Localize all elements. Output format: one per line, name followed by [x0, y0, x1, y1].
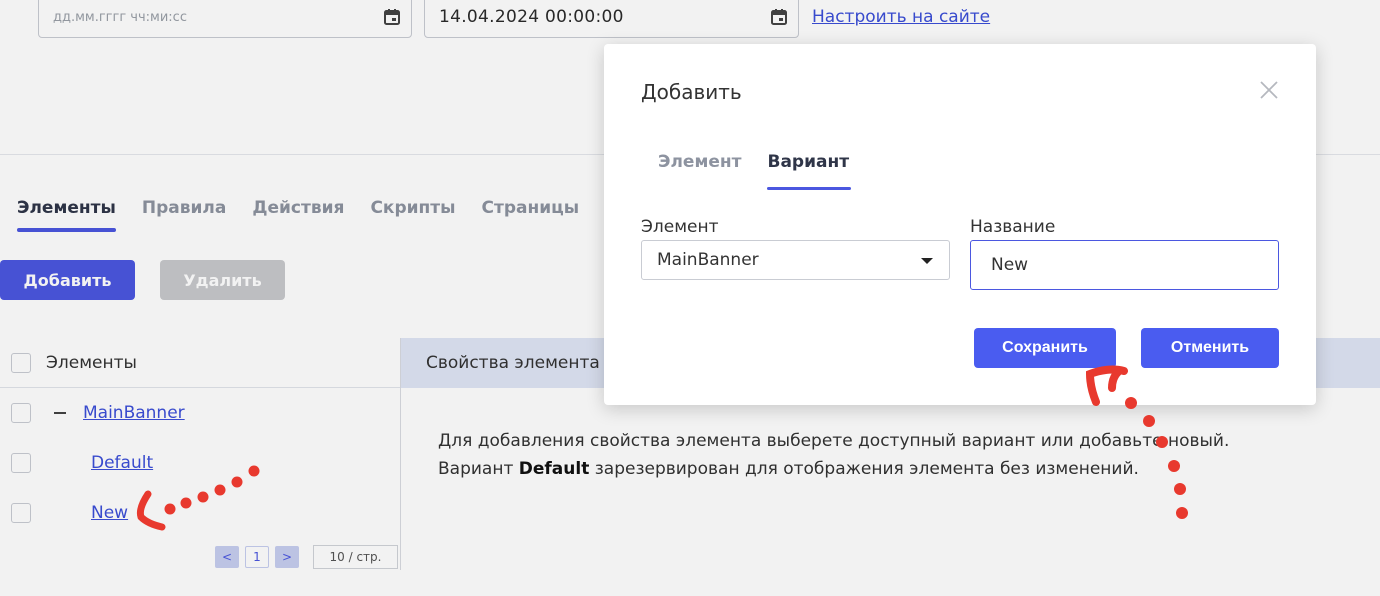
element-select-value: MainBanner — [657, 250, 759, 270]
dialog-title: Добавить — [641, 80, 742, 104]
tab-variant[interactable]: Вариант — [767, 152, 851, 190]
dialog-tabs: Элемент Вариант — [658, 152, 875, 190]
cancel-button[interactable]: Отменить — [1141, 328, 1279, 368]
element-field-label: Элемент — [641, 217, 719, 237]
save-button[interactable]: Сохранить — [974, 328, 1116, 368]
chevron-down-icon — [921, 258, 933, 264]
name-input[interactable] — [970, 240, 1279, 290]
element-select[interactable]: MainBanner — [641, 240, 950, 280]
close-icon[interactable] — [1258, 79, 1280, 101]
add-dialog: Добавить Элемент Вариант Элемент MainBan… — [604, 44, 1316, 405]
name-field-label: Название — [970, 217, 1056, 237]
tab-element[interactable]: Элемент — [658, 152, 741, 190]
